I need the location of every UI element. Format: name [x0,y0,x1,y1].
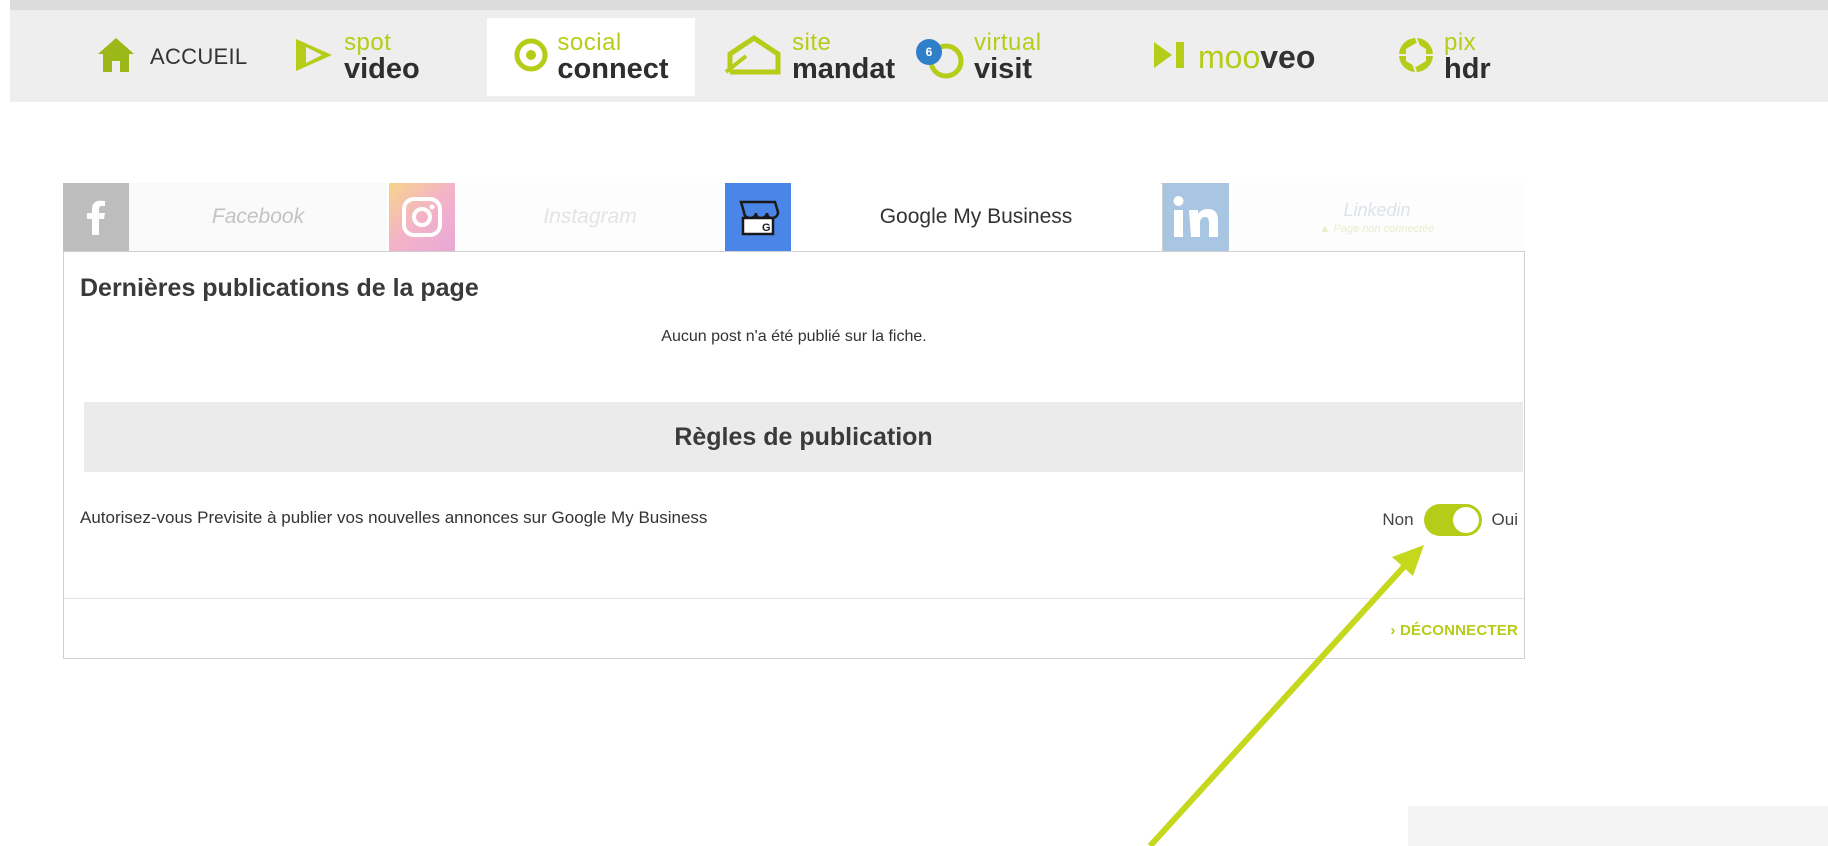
corner-widget [1408,806,1828,846]
arrow-shaft [1147,557,1413,846]
annotation-arrow [1147,545,1424,846]
